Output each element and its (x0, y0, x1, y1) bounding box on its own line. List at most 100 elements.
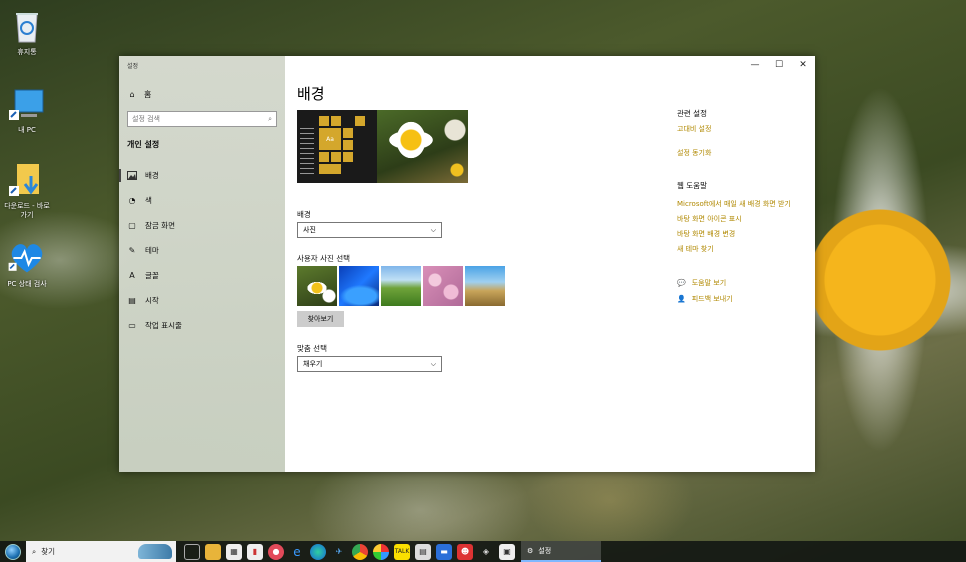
theme-icon: ✎ (128, 246, 136, 255)
desktop-icon-label: PC 상태 검사 (7, 280, 47, 288)
sidebar-item-taskbar[interactable]: ▭ 작업 표시줄 (119, 313, 285, 338)
related-panel: 관련 설정 고대비 설정 설정 동기화 웹 도움말 Microsoft에서 매일… (677, 108, 817, 304)
sidebar-item-fonts[interactable]: A 글꼴 (119, 263, 285, 288)
get-help-link[interactable]: 💬 도움말 보기 (677, 278, 817, 288)
photo-thumbnails (297, 266, 505, 306)
change-background-link[interactable]: 바탕 화면 배경 변경 (677, 229, 817, 239)
sidebar-nav: 배경 ◔ 색 ▢ 잠금 화면 ✎ 테마 A 글꼴 ▤ 시작 ▭ 작업 표시줄 (119, 163, 285, 338)
desktop-icon-recycle-bin[interactable]: 휴지통 (2, 6, 52, 57)
desktop-icon-downloads[interactable]: 다운로드 - 바로 가기 (2, 160, 52, 220)
settings-main: — ☐ ✕ 배경 Aa 배경 사진 ⌵ 사용자 사진 선택 찾아보기 맞춤 선택… (285, 56, 815, 472)
close-button[interactable]: ✕ (791, 56, 815, 74)
chrome-icon[interactable] (352, 543, 368, 560)
preview-tile-large: Aa (319, 128, 341, 150)
sidebar-item-background[interactable]: 배경 (119, 163, 285, 188)
internet-explorer-icon[interactable]: e (289, 544, 305, 560)
edge-icon[interactable] (310, 543, 326, 560)
feedback-link[interactable]: 👤 피드백 보내기 (677, 294, 817, 304)
computer-icon (7, 84, 47, 124)
image-icon (127, 171, 137, 181)
calendar-icon[interactable]: ▦ (226, 543, 242, 560)
document-app-icon[interactable]: ▤ (415, 543, 431, 560)
taskbar-settings-label: 설정 (538, 546, 552, 555)
background-label: 배경 (297, 210, 311, 219)
chart-app-icon[interactable]: ▮ (247, 543, 263, 560)
task-view-icon[interactable] (184, 543, 200, 560)
sidebar-item-label: 작업 표시줄 (145, 321, 182, 330)
background-type-value: 사진 (303, 226, 316, 234)
sidebar-item-label: 테마 (145, 246, 159, 255)
file-explorer-icon[interactable] (205, 543, 221, 560)
sidebar-home-label: 홈 (144, 90, 152, 99)
sidebar-item-theme[interactable]: ✎ 테마 (119, 238, 285, 263)
lock-screen-icon: ▢ (128, 221, 136, 230)
sidebar-item-color[interactable]: ◔ 색 (119, 188, 285, 213)
red-app-icon[interactable]: ● (268, 543, 284, 560)
sidebar-item-label: 글꼴 (145, 271, 159, 280)
sidebar-home[interactable]: ⌂ 홈 (127, 89, 151, 100)
desktop-icon-this-pc[interactable]: 내 PC (2, 84, 52, 135)
sidebar-item-start[interactable]: ▤ 시작 (119, 288, 285, 313)
start-orb-icon (5, 543, 21, 560)
feedback-label: 피드백 보내기 (691, 295, 733, 303)
photo-thumbnail-field[interactable] (465, 266, 505, 306)
sync-settings-link[interactable]: 설정 동기화 (677, 148, 817, 158)
maximize-button[interactable]: ☐ (767, 56, 791, 74)
desktop-icon-label: 다운로드 - 바로 가기 (4, 202, 50, 219)
choose-photo-label: 사용자 사진 선택 (297, 254, 351, 263)
start-icon: ▤ (128, 296, 136, 305)
feedback-person-icon: 👤 (677, 295, 686, 303)
photo-thumbnail-bloom[interactable] (339, 266, 379, 306)
web-help-title: 웹 도움말 (677, 181, 707, 190)
preview-tile (319, 152, 329, 162)
preview-tile (331, 116, 341, 126)
minimize-button[interactable]: — (743, 56, 767, 74)
sidebar-item-label: 시작 (145, 296, 159, 305)
taskbar-search[interactable]: ⌕ 찾기 (26, 541, 176, 562)
preview-tile (343, 128, 353, 138)
taskbar-settings-app[interactable]: ⚙ 설정 (521, 541, 601, 562)
fit-select[interactable]: 채우기 ⌵ (297, 356, 442, 372)
window-app-icon[interactable]: ▣ (499, 543, 515, 560)
preview-tile (331, 152, 341, 162)
preview-start-menu (300, 128, 314, 178)
search-placeholder: 설정 검색 (132, 115, 160, 123)
preview-tile (355, 116, 365, 126)
blue-app-icon[interactable]: ▬ (436, 543, 452, 560)
desktop-icon-pc-health[interactable]: PC 상태 검사 (2, 238, 52, 289)
gear-icon: ⚙ (527, 546, 534, 555)
new-themes-link[interactable]: 새 테마 찾기 (677, 244, 817, 254)
sidebar-item-label: 색 (145, 196, 152, 205)
font-icon: A (129, 271, 135, 280)
high-contrast-link[interactable]: 고대비 설정 (677, 124, 817, 134)
bird-app-icon[interactable]: ✈ (331, 544, 347, 560)
background-preview: Aa (297, 110, 468, 183)
photo-thumbnail-meadow[interactable] (381, 266, 421, 306)
window-controls: — ☐ ✕ (743, 56, 815, 74)
desktop-icon-label: 내 PC (18, 126, 36, 134)
download-folder-icon (7, 160, 47, 200)
photo-thumbnail-daisy[interactable] (297, 266, 337, 306)
browse-button[interactable]: 찾아보기 (297, 311, 344, 327)
background-type-select[interactable]: 사진 ⌵ (297, 222, 442, 238)
color-wheel-app-icon[interactable] (373, 543, 389, 560)
get-help-label: 도움말 보기 (691, 279, 727, 287)
taskbar-icon: ▭ (128, 321, 136, 330)
desktop-icons-link[interactable]: 바탕 화면 아이콘 표시 (677, 214, 817, 224)
fit-label: 맞춤 선택 (297, 344, 327, 353)
sidebar-item-lock-screen[interactable]: ▢ 잠금 화면 (119, 213, 285, 238)
tool-app-icon[interactable]: ◈ (478, 544, 494, 560)
home-icon: ⌂ (129, 90, 135, 99)
search-icon: ⌕ (32, 546, 37, 556)
photo-thumbnail-blossom[interactable] (423, 266, 463, 306)
palette-icon: ◔ (128, 196, 136, 205)
preview-tile (319, 164, 341, 174)
heart-health-icon (7, 238, 47, 278)
robot-app-icon[interactable]: ☻ (457, 543, 473, 560)
settings-search-input[interactable]: 설정 검색 ⌕ (127, 111, 277, 127)
start-button[interactable] (0, 541, 26, 562)
kakaotalk-icon[interactable]: TALK (394, 543, 410, 560)
daily-wallpaper-link[interactable]: Microsoft에서 매일 새 배경 화면 받기 (677, 199, 817, 209)
preview-tile (319, 116, 329, 126)
window-title: 설정 (127, 63, 139, 70)
